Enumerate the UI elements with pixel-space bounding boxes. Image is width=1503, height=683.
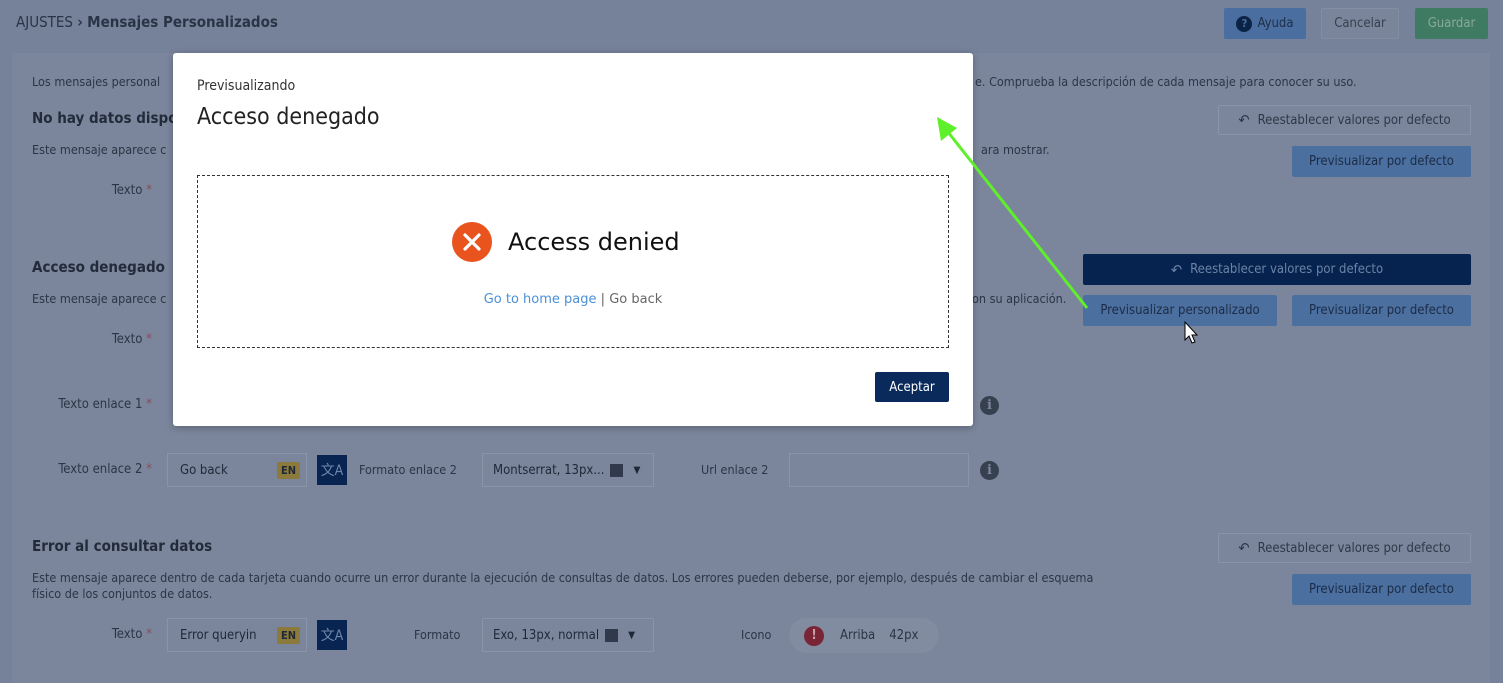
annotation-arrow [937, 117, 1199, 344]
mouse-cursor-icon [1184, 320, 1199, 344]
